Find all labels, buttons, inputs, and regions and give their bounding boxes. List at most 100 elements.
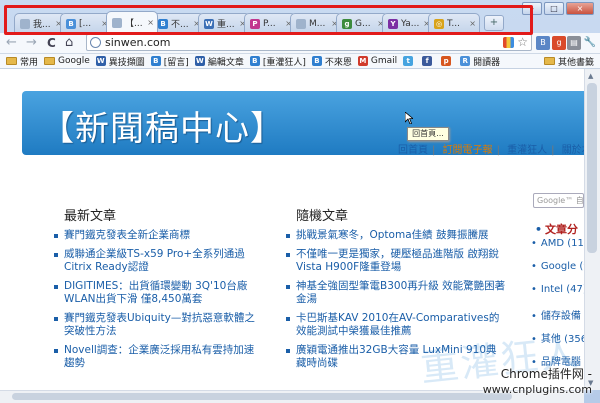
category-item[interactable]: •Google (9 — [531, 261, 584, 284]
forward-button[interactable]: → — [26, 35, 37, 51]
bookmark-label: 常用 — [20, 57, 39, 68]
page-menu-icon[interactable]: ▤ — [567, 36, 581, 50]
p-site-icon: P — [250, 18, 260, 29]
bookmark-7[interactable]: B 不來恩 — [311, 55, 352, 68]
tab-close-icon[interactable]: × — [469, 19, 476, 28]
article-link[interactable]: DIGITIMES：出貨循環變動 3Q'10台廠WLAN出貨下滑 僅8,450萬… — [52, 280, 262, 307]
tab-10[interactable]: ◎ T... × — [428, 13, 480, 33]
bookmark-5[interactable]: W 編輯文章 — [194, 55, 244, 68]
page-icon — [112, 17, 122, 28]
google-icon: g — [342, 18, 352, 29]
back-button[interactable]: ← — [6, 35, 17, 51]
tab-label: Ya... — [401, 18, 420, 29]
bookmark-label: 異技擷圖 — [108, 57, 145, 68]
plurk-icon: p — [441, 56, 452, 66]
new-tab-button[interactable]: + — [484, 15, 504, 31]
hscroll-thumb[interactable] — [12, 393, 512, 400]
bookmark-label: 閱讀器 — [473, 57, 501, 68]
tab-1[interactable]: 我... × — [14, 13, 66, 33]
tab-label: G... — [355, 18, 371, 29]
article-link[interactable]: Novell調查：企業廣泛採用私有雲持加速趨勢 — [52, 344, 262, 371]
page-icon — [296, 18, 306, 29]
banner-title: 【新聞稿中心】 — [40, 109, 285, 149]
url-text: sinwen.com — [105, 36, 171, 49]
article-link[interactable]: 廣穎電通推出32GB大容量 LuxMini 910典藏時尚碟 — [284, 344, 506, 371]
wrench-icon[interactable]: 🔧 — [583, 36, 597, 50]
bookmarks-bar: 常用 Google W 異技擷圖 B [留言] W 編輯文章 B [重灌狂人] B 不來恩 M Gmail… — [0, 54, 600, 69]
category-item[interactable]: • Intel (47) — [531, 284, 584, 307]
top-navigation: 回首頁| 訂閱電子報| 重灌狂人| 關於本 — [398, 141, 584, 156]
tab-5[interactable]: W 重... × — [198, 13, 250, 33]
tab-6[interactable]: P P... × — [244, 13, 296, 33]
bookmark-12[interactable]: R 閱讀器 — [460, 55, 500, 68]
twitter-icon: t — [403, 56, 414, 66]
latest-heading: 最新文章 — [64, 209, 117, 224]
toolbar: ← → C ⌂ sinwen.com ☆ B g ▤ 🔧 — [0, 33, 600, 54]
maximize-button[interactable]: □ — [544, 2, 564, 15]
tab-8[interactable]: g G... × — [336, 13, 388, 33]
tab-3[interactable]: 【... × — [106, 11, 158, 33]
bookmark-label: [重灌狂人] — [262, 57, 306, 68]
article-link[interactable]: 威聯通企業級TS-x59 Pro+全系列通過Citrix Ready認證 — [52, 248, 262, 275]
tab-2[interactable]: B [... × — [60, 13, 112, 33]
bookmark-4[interactable]: B [留言] — [150, 55, 189, 68]
extension-button-1[interactable]: B — [536, 36, 550, 50]
page-icon — [20, 18, 30, 29]
close-window-button[interactable]: × — [566, 2, 594, 15]
b-site-icon: B — [249, 56, 260, 66]
address-bar[interactable]: sinwen.com ☆ — [86, 34, 532, 51]
bookmark-label: Google — [58, 56, 90, 66]
reader-icon: R — [460, 56, 471, 66]
b-site-icon: B — [150, 56, 161, 66]
bookmark-10[interactable]: f — [422, 56, 435, 66]
wp-icon: W — [204, 18, 214, 29]
tab-7[interactable]: M... × — [290, 13, 342, 33]
site-credit: Chrome插件网 - www.cnplugins.com — [482, 367, 592, 396]
sidebar-search-input[interactable]: Google™ 自訂 — [533, 193, 584, 208]
article-link[interactable]: 不僅唯一更是獨家，硬壓極品進階版 啟翔銳Vista H900F隆重登場 — [284, 248, 506, 275]
random-articles-list: 挑戰景氣寒冬，Optoma佳績 鼓舞振騰展不僅唯一更是獨家，硬壓極品進階版 啟翔… — [284, 229, 506, 376]
extension-icon[interactable] — [503, 37, 514, 48]
article-link[interactable]: 賽門鐵克發表全新企業商標 — [52, 229, 262, 243]
tab-label: 我... — [33, 20, 51, 30]
tab-4[interactable]: B 不... × — [152, 13, 204, 33]
facebook-icon: f — [422, 56, 433, 66]
bookmark-8[interactable]: M Gmail — [357, 56, 397, 66]
category-heading: • 文章分 — [535, 223, 579, 236]
other-bookmarks[interactable]: 其他書籤 — [543, 55, 594, 68]
article-link[interactable]: 賽門鐵克發表Ubiquity—對抗惡意軟體之突破性方法 — [52, 312, 262, 339]
bookmark-9[interactable]: t — [403, 56, 416, 66]
nav-newsletter-link[interactable]: 訂閱電子報 — [443, 145, 493, 156]
tab-label: 【... — [125, 19, 143, 29]
scrollbar-thumb[interactable] — [587, 83, 597, 253]
tab-label: T... — [447, 18, 461, 29]
article-link[interactable]: 挑戰景氣寒冬，Optoma佳績 鼓舞振騰展 — [284, 229, 506, 243]
bookmark-3[interactable]: W 異技擷圖 — [95, 55, 145, 68]
extension-button-2[interactable]: g — [552, 36, 566, 50]
tooltip: 回首頁... — [407, 127, 449, 141]
nav-home-link[interactable]: 回首頁 — [398, 145, 428, 156]
b-site-icon: B — [66, 18, 76, 29]
folder-icon — [6, 57, 17, 65]
bookmark-6[interactable]: B [重灌狂人] — [249, 55, 306, 68]
category-item[interactable]: • 其他 (356 — [531, 330, 584, 353]
article-link[interactable]: 神基全強固型筆電B300再升級 效能驚艷困著金湯 — [284, 280, 506, 307]
vertical-scrollbar[interactable]: ▲ ▼ — [584, 69, 600, 390]
minimize-button[interactable]: – — [522, 2, 542, 15]
nav-about-link[interactable]: 關於本 — [562, 145, 584, 156]
tab-close-icon[interactable]: × — [147, 18, 154, 27]
home-button[interactable]: ⌂ — [65, 35, 73, 51]
b-site-icon: B — [311, 56, 322, 66]
star-icon[interactable]: ☆ — [517, 35, 528, 49]
random-heading: 隨機文章 — [296, 209, 349, 224]
tab-9[interactable]: Y Ya... × — [382, 13, 434, 33]
bookmark-1[interactable]: 常用 — [6, 55, 38, 68]
wp-icon: W — [194, 56, 205, 66]
article-link[interactable]: 卡巴斯基KAV 2010在AV-Comparatives的效能測試中榮獲最佳推薦 — [284, 312, 506, 339]
nav-site-link[interactable]: 重灌狂人 — [507, 145, 547, 156]
category-item[interactable]: •AMD (113 — [531, 238, 584, 261]
reload-button[interactable]: C — [47, 35, 56, 51]
category-item[interactable]: • 儲存設備 ( — [531, 307, 584, 330]
bookmark-11[interactable]: p — [441, 56, 454, 66]
bookmark-2[interactable]: Google — [44, 56, 90, 66]
